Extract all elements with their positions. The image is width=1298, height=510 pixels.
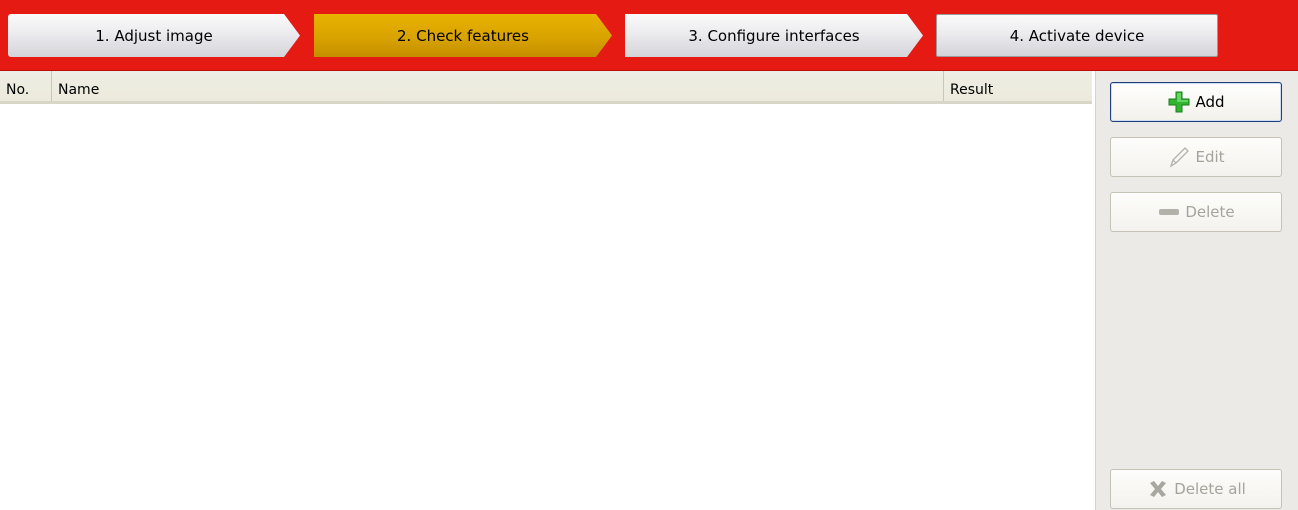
table-body[interactable] bbox=[0, 107, 1095, 510]
delete-all-button[interactable]: Delete all bbox=[1110, 469, 1282, 509]
features-table: No. Name Result bbox=[0, 71, 1095, 510]
column-header-name[interactable]: Name bbox=[52, 71, 944, 101]
plus-icon bbox=[1167, 90, 1191, 114]
step-configure-interfaces[interactable]: 3. Configure interfaces bbox=[625, 14, 923, 57]
add-button[interactable]: Add bbox=[1110, 82, 1282, 122]
wizard-step-bar: 1. Adjust image 2. Check features 3. Con… bbox=[0, 0, 1298, 71]
edit-button[interactable]: Edit bbox=[1110, 137, 1282, 177]
table-header: No. Name Result bbox=[0, 71, 1092, 104]
add-button-label: Add bbox=[1195, 93, 1225, 111]
action-panel: Add Edit Delete Delete all bbox=[1095, 71, 1298, 510]
delete-button-label: Delete bbox=[1185, 203, 1235, 221]
column-header-no[interactable]: No. bbox=[0, 71, 52, 101]
delete-all-button-label: Delete all bbox=[1174, 480, 1246, 498]
delete-button[interactable]: Delete bbox=[1110, 192, 1282, 232]
step-adjust-image[interactable]: 1. Adjust image bbox=[8, 14, 300, 57]
edit-button-label: Edit bbox=[1195, 148, 1225, 166]
minus-icon bbox=[1157, 200, 1181, 224]
step-check-features[interactable]: 2. Check features bbox=[314, 14, 612, 57]
column-header-result[interactable]: Result bbox=[944, 71, 1090, 101]
step-activate-device[interactable]: 4. Activate device bbox=[936, 14, 1218, 57]
x-icon bbox=[1146, 477, 1170, 501]
pencil-icon bbox=[1167, 145, 1191, 169]
